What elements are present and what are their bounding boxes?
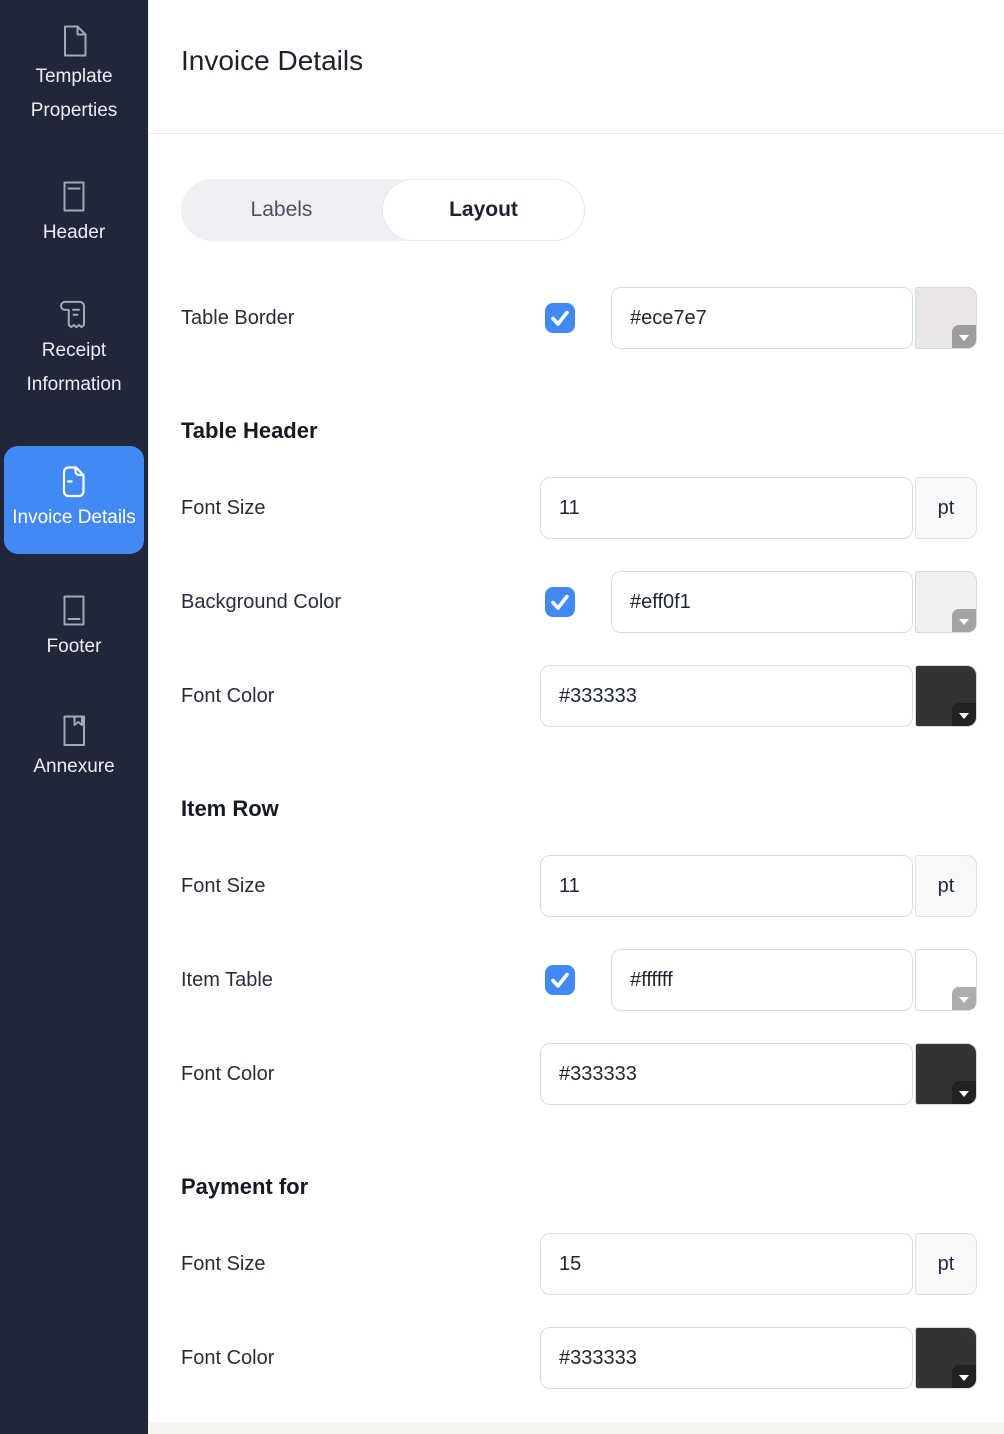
chevron-down-icon: [959, 335, 969, 341]
field-label: Font Size: [181, 875, 540, 898]
sidebar-item-receipt-information[interactable]: Receipt Information: [0, 296, 148, 402]
page-title: Invoice Details: [181, 44, 1004, 78]
item-row-font-size-row: Font Size pt: [181, 855, 977, 917]
field-label: Item Table: [181, 969, 540, 992]
table-border-color-swatch[interactable]: [915, 287, 977, 349]
color-dropdown-button[interactable]: [952, 609, 976, 632]
color-dropdown-button[interactable]: [952, 325, 976, 348]
font-color-swatch[interactable]: [915, 1043, 977, 1105]
chevron-down-icon: [959, 619, 969, 625]
font-color-swatch[interactable]: [915, 665, 977, 727]
section-heading-table-header: Table Header: [181, 417, 977, 445]
sidebar-item-footer[interactable]: Footer: [0, 592, 148, 664]
chevron-down-icon: [959, 997, 969, 1003]
unit-suffix: pt: [915, 855, 977, 917]
font-size-input[interactable]: [540, 477, 913, 539]
page-footer-icon: [55, 592, 93, 630]
sidebar-item-header[interactable]: Header: [0, 178, 148, 250]
sidebar-item-label: Invoice Details: [12, 501, 136, 535]
item-table-row: Item Table: [181, 949, 977, 1011]
field-label: Font Color: [181, 1347, 540, 1370]
font-size-input[interactable]: [540, 855, 913, 917]
layout-form: Table Border Table Header Font Size pt B…: [181, 287, 977, 1389]
background-color-checkbox[interactable]: [545, 587, 575, 617]
font-color-swatch[interactable]: [915, 1327, 977, 1389]
unit-suffix: pt: [915, 477, 977, 539]
sidebar-item-label: Annexure: [33, 750, 114, 784]
field-label: Font Size: [181, 1253, 540, 1276]
color-dropdown-button[interactable]: [952, 1081, 976, 1104]
payment-for-font-size-row: Font Size pt: [181, 1233, 977, 1295]
check-icon: [545, 587, 575, 617]
item-table-color-input[interactable]: [611, 949, 913, 1011]
sidebar-item-invoice-details-selected[interactable]: Invoice Details: [4, 446, 144, 554]
table-border-checkbox[interactable]: [545, 303, 575, 333]
table-header-font-size-row: Font Size pt: [181, 477, 977, 539]
item-table-color-swatch[interactable]: [915, 949, 977, 1011]
section-heading-item-row: Item Row: [181, 795, 977, 823]
bottom-scroll-strip[interactable]: [150, 1422, 1004, 1434]
sidebar-item-annexure[interactable]: Annexure: [0, 712, 148, 784]
font-color-input[interactable]: [540, 1327, 913, 1389]
tab-switcher: Labels Layout: [181, 179, 585, 241]
color-dropdown-button[interactable]: [952, 987, 976, 1010]
color-dropdown-button[interactable]: [952, 1365, 976, 1388]
section-heading-payment-for: Payment for: [181, 1173, 977, 1201]
table-border-color-input[interactable]: [611, 287, 913, 349]
table-header-font-color-row: Font Color: [181, 665, 977, 727]
field-label: Font Color: [181, 685, 540, 708]
table-border-row: Table Border: [181, 287, 977, 349]
background-color-input[interactable]: [611, 571, 913, 633]
field-label: Table Border: [181, 307, 540, 330]
receipt-icon: [55, 296, 93, 334]
item-table-checkbox[interactable]: [545, 965, 575, 995]
font-color-input[interactable]: [540, 665, 913, 727]
background-color-swatch[interactable]: [915, 571, 977, 633]
main-panel: Invoice Details Labels Layout Table Bord…: [148, 0, 1004, 1434]
chevron-down-icon: [959, 1091, 969, 1097]
tab-layout[interactable]: Layout: [382, 179, 585, 241]
sidebar-item-label: Footer: [47, 630, 102, 664]
sidebar-item-label: Header: [43, 216, 105, 250]
unit-suffix: pt: [915, 1233, 977, 1295]
payment-for-font-color-row: Font Color: [181, 1327, 977, 1389]
page-header-icon: [55, 178, 93, 216]
item-row-font-color-row: Font Color: [181, 1043, 977, 1105]
font-color-input[interactable]: [540, 1043, 913, 1105]
chevron-down-icon: [959, 713, 969, 719]
sidebar-item-label: Receipt Information: [4, 334, 144, 402]
color-dropdown-button[interactable]: [952, 703, 976, 726]
check-icon: [545, 303, 575, 333]
field-label: Background Color: [181, 591, 540, 614]
chevron-down-icon: [959, 1375, 969, 1381]
field-label: Font Color: [181, 1063, 540, 1086]
invoice-file-icon: [55, 463, 93, 501]
bookmark-book-icon: [55, 712, 93, 750]
table-header-background-color-row: Background Color: [181, 571, 977, 633]
sidebar-item-template-properties[interactable]: Template Properties: [0, 22, 148, 128]
file-icon: [55, 22, 93, 60]
field-label: Font Size: [181, 497, 540, 520]
check-icon: [545, 965, 575, 995]
header-divider: [149, 133, 1004, 134]
sidebar-item-label: Template Properties: [4, 60, 144, 128]
font-size-input[interactable]: [540, 1233, 913, 1295]
tab-labels[interactable]: Labels: [181, 179, 382, 241]
sidebar: Template Properties Header Receipt Infor…: [0, 0, 148, 1434]
